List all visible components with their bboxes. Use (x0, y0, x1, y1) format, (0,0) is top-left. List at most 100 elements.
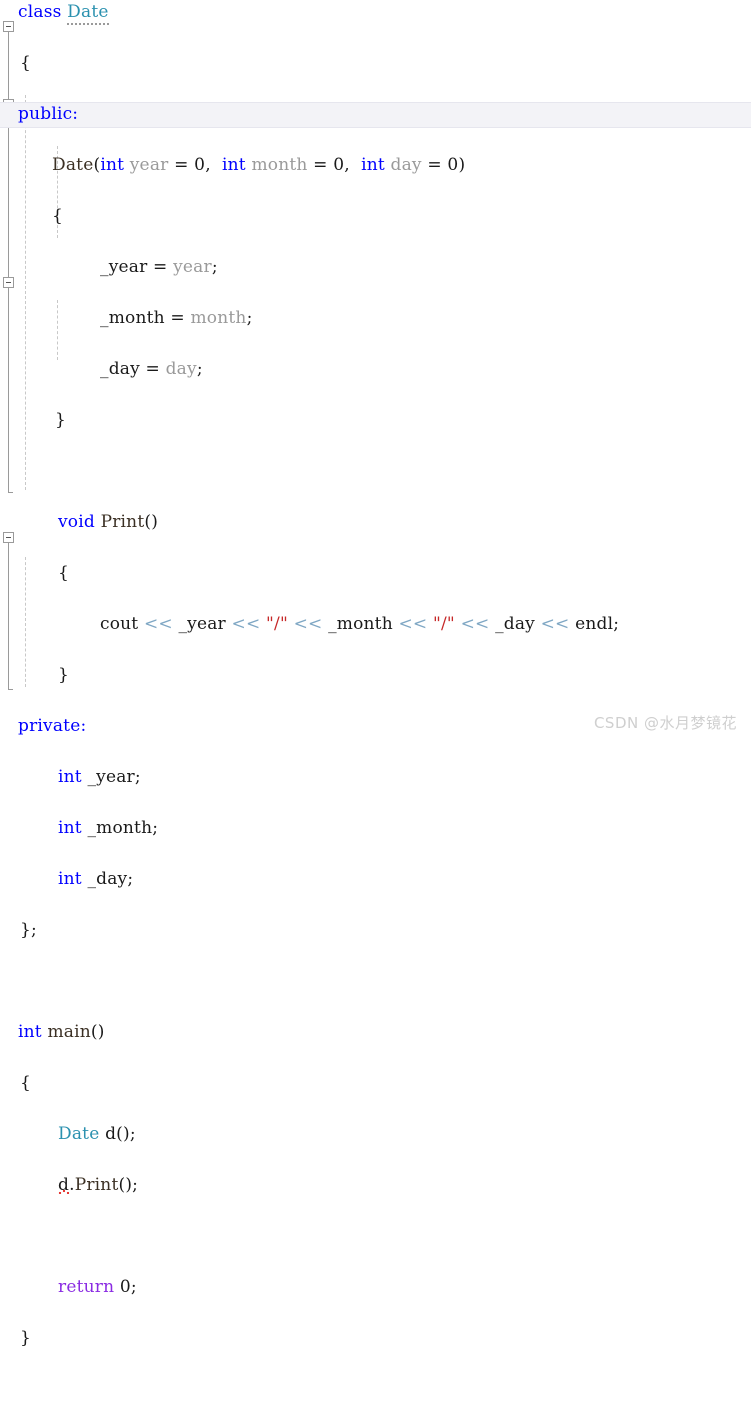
token-zero: 0 (119, 1277, 131, 1297)
token-semicolon: ; (132, 1175, 139, 1195)
token-semicolon: ; (152, 818, 159, 838)
token-semicolon: ; (613, 614, 620, 634)
token-shift-op: << (231, 614, 261, 634)
token-paren-pair: () (118, 1175, 133, 1195)
token-semicolon: ; (196, 359, 203, 379)
code-line[interactable]: return 0; (0, 1275, 751, 1301)
token-semicolon: ; (129, 1124, 136, 1144)
token-shift-op: << (143, 614, 173, 634)
code-line[interactable]: _day = day; (0, 357, 751, 383)
code-line[interactable]: { (0, 204, 751, 230)
token-assign: = (145, 359, 160, 379)
code-line-blank[interactable] (0, 969, 751, 995)
token-assign: = (174, 155, 189, 175)
token-member-month: _month (100, 308, 165, 328)
token-access-public: public: (18, 104, 79, 124)
token-fn-main: main (47, 1022, 91, 1042)
token-member-year: _year (87, 767, 135, 787)
code-editor[interactable]: class Date { public: Date(int year = 0, … (0, 0, 751, 1348)
token-semicolon: ; (211, 257, 218, 277)
token-shift-op: << (460, 614, 490, 634)
code-line[interactable]: Date(int year = 0, int month = 0, int da… (0, 153, 751, 179)
token-paren-close: ) (458, 155, 466, 175)
token-var-d: d (105, 1124, 117, 1144)
token-paren-pair: () (90, 1022, 105, 1042)
code-line[interactable]: void Print() (0, 510, 751, 536)
code-line[interactable]: int _day; (0, 867, 751, 893)
token-semicolon: ; (246, 308, 253, 328)
token-assign: = (313, 155, 328, 175)
token-member-day: _day (495, 614, 535, 634)
token-brace-open: { (58, 563, 70, 583)
token-cout: cout (100, 614, 139, 634)
token-access-private: private: (18, 716, 87, 736)
token-keyword-int: int (361, 155, 385, 175)
code-line[interactable]: int main() (0, 1020, 751, 1046)
code-line[interactable]: { (0, 1071, 751, 1097)
token-assign: = (427, 155, 442, 175)
code-line[interactable]: cout << _year << "/" << _month << "/" <<… (0, 612, 751, 638)
token-param-year: year (129, 155, 169, 175)
token-param-day: day (390, 155, 422, 175)
code-line[interactable]: int _year; (0, 765, 751, 791)
code-surface[interactable]: class Date { public: Date(int year = 0, … (0, 0, 751, 1348)
error-squiggle-token-d[interactable]: d (58, 1175, 69, 1195)
token-paren-pair: () (144, 512, 159, 532)
token-keyword-return: return (58, 1277, 115, 1297)
token-brace-close: } (55, 410, 67, 430)
code-line[interactable]: } (0, 408, 751, 434)
token-string-slash: "/" (266, 614, 288, 634)
token-zero: 0 (333, 155, 345, 175)
token-user-type: Date (58, 1124, 100, 1144)
code-line[interactable]: Date d(); (0, 1122, 751, 1148)
code-line[interactable]: { (0, 561, 751, 587)
code-line[interactable]: d.Print(); (0, 1173, 751, 1199)
token-zero: 0 (194, 155, 206, 175)
code-line[interactable]: _month = month; (0, 306, 751, 332)
code-line-blank[interactable] (0, 1224, 751, 1250)
token-keyword-void: void (58, 512, 95, 532)
token-user-type: Date (67, 2, 109, 25)
code-line[interactable]: _year = year; (0, 255, 751, 281)
token-member-year: _year (178, 614, 226, 634)
token-param-year: year (173, 257, 212, 277)
watermark: CSDN @水月梦镜花 (593, 714, 737, 732)
token-semicolon: ; (134, 767, 141, 787)
code-line-public[interactable]: public: (0, 102, 751, 128)
code-line[interactable]: { (0, 51, 751, 77)
token-param-day: day (165, 359, 197, 379)
token-keyword-int: int (222, 155, 246, 175)
token-endl: endl (575, 614, 614, 634)
token-paren-pair: () (116, 1124, 130, 1144)
code-line[interactable]: class Date (0, 0, 751, 26)
token-brace-open: { (52, 206, 64, 226)
code-line[interactable]: int _month; (0, 816, 751, 842)
token-assign: = (170, 308, 185, 328)
token-keyword-int: int (100, 155, 125, 175)
code-line[interactable]: }; (0, 918, 751, 944)
token-param-month: month (190, 308, 247, 328)
code-line[interactable]: } (0, 663, 751, 689)
token-brace-close: } (58, 665, 70, 685)
token-brace-close: } (20, 1328, 32, 1348)
token-member-month: _month (328, 614, 393, 634)
token-zero: 0 (447, 155, 459, 175)
token-fn-print: Print (100, 512, 145, 532)
token-fn-print: Print (74, 1175, 119, 1195)
token-semicolon: ; (127, 869, 134, 889)
code-line[interactable]: } (0, 1326, 751, 1352)
token-shift-op: << (540, 614, 570, 634)
token-shift-op: << (293, 614, 323, 634)
token-semicolon: ; (130, 1277, 137, 1297)
token-member-day: _day (100, 359, 140, 379)
token-ctor-name: Date (52, 155, 94, 175)
token-close-brace-semi: }; (20, 920, 37, 940)
token-param-month: month (251, 155, 308, 175)
token-shift-op: << (398, 614, 428, 634)
code-line-blank[interactable] (0, 459, 751, 485)
token-keyword-int: int (58, 869, 82, 889)
token-member-month: _month (87, 818, 153, 838)
token-keyword-int: int (18, 1022, 42, 1042)
token-member-year: _year (100, 257, 148, 277)
token-brace-open: { (20, 53, 32, 73)
